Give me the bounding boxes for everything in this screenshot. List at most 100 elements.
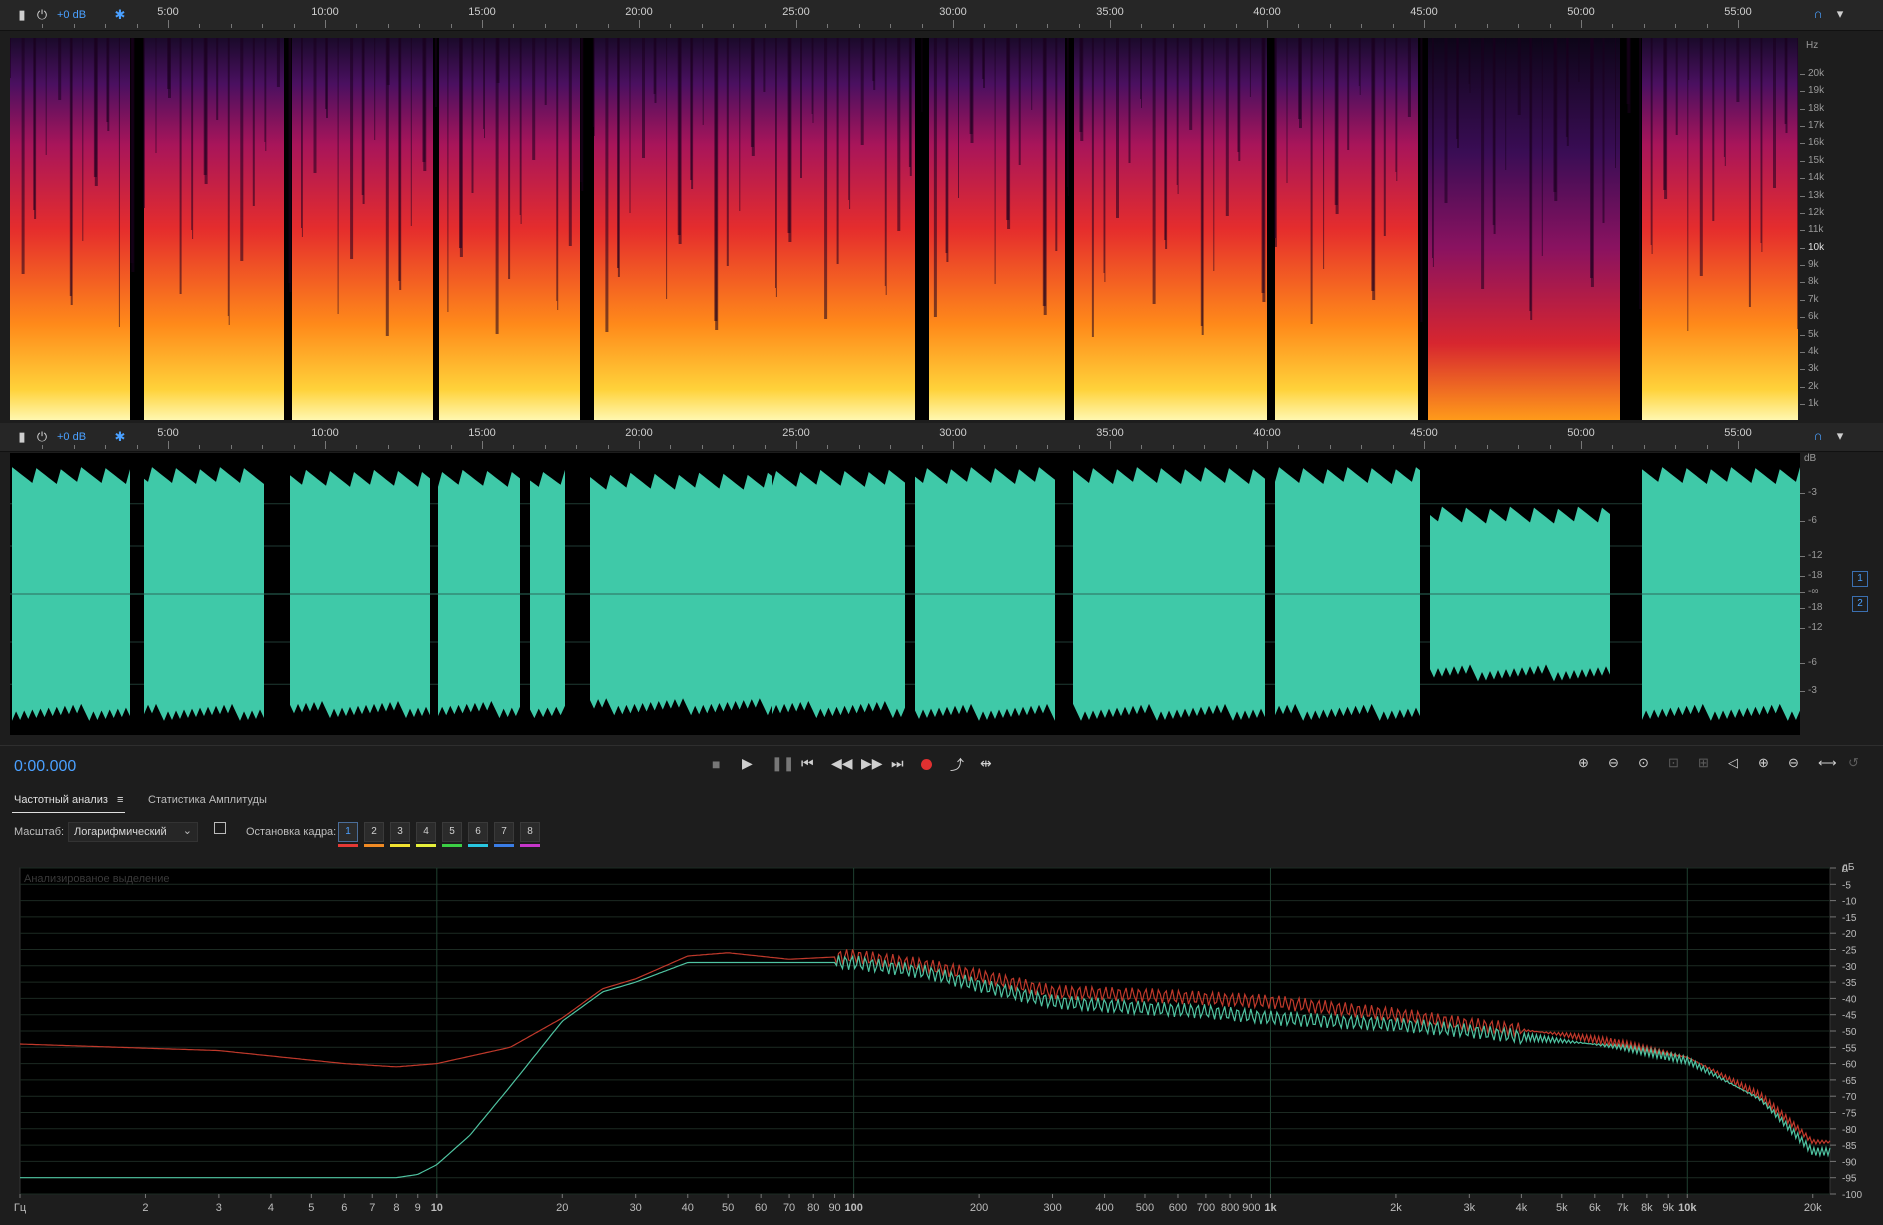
zoom-out-amplitude-icon[interactable]: ⊖ bbox=[1608, 755, 1619, 771]
frame-button-5[interactable]: 5 bbox=[442, 822, 462, 842]
time-minor-tick bbox=[387, 24, 389, 28]
waveform-toolbar: ▮ ⏻ +0 dB ✱ 5:00 10:00 15:00 20:00 25:00 30:0… bbox=[0, 423, 1883, 452]
frame-button-1[interactable]: 1 bbox=[338, 822, 358, 842]
frame-button-7[interactable]: 7 bbox=[494, 822, 514, 842]
time-minor-tick bbox=[1518, 24, 1520, 28]
spectrogram-streak bbox=[1066, 38, 1068, 187]
freq-label: 7k bbox=[1808, 293, 1819, 305]
rewind-button[interactable]: ◀◀ bbox=[831, 755, 853, 772]
tab-amplitude-statistics[interactable]: Статистика Амплитуды bbox=[148, 794, 267, 806]
time-tick-mark bbox=[639, 441, 640, 449]
waveform[interactable] bbox=[10, 453, 1800, 735]
freq-tick bbox=[1800, 143, 1805, 145]
zoom-in-time-icon[interactable]: ⊕ bbox=[1758, 755, 1769, 771]
go-to-start-button[interactable]: ⏮ bbox=[801, 755, 814, 772]
time-minor-tick bbox=[544, 445, 546, 449]
spectrogram-streak bbox=[1432, 38, 1434, 267]
frame-copy-icon[interactable] bbox=[214, 822, 226, 834]
freq-tick bbox=[1800, 386, 1805, 388]
frame-button-6[interactable]: 6 bbox=[468, 822, 488, 842]
menu-icon[interactable]: ≡ bbox=[117, 794, 123, 806]
y-tick-label: -45 bbox=[1842, 1011, 1857, 1022]
channel-1-button[interactable]: 1 bbox=[1852, 571, 1868, 587]
frame-button-3[interactable]: 3 bbox=[390, 822, 410, 842]
spectrogram-streak bbox=[1371, 38, 1375, 291]
spectrogram-streak bbox=[1396, 38, 1398, 181]
spectrogram-streak bbox=[1334, 38, 1338, 205]
zoom-full-icon[interactable]: ⊞ bbox=[1698, 755, 1709, 771]
headphones-icon[interactable]: ∩ bbox=[1810, 428, 1826, 444]
channel-2-button[interactable]: 2 bbox=[1852, 596, 1868, 612]
headphones-icon[interactable]: ∩ bbox=[1810, 6, 1826, 22]
spectrogram-streak bbox=[848, 38, 850, 200]
scale-select[interactable]: Логарифмический ⌄ bbox=[68, 822, 198, 842]
spectrogram-streak bbox=[10, 38, 11, 78]
spectrogram-gap bbox=[1418, 38, 1428, 420]
stop-button[interactable]: ■ bbox=[712, 756, 720, 772]
time-minor-tick bbox=[262, 445, 264, 449]
freq-tick bbox=[1800, 230, 1805, 232]
time-tick-mark bbox=[1581, 20, 1582, 28]
spectrogram-streak bbox=[1200, 38, 1203, 326]
time-minor-tick bbox=[1141, 445, 1143, 449]
spectrogram-streak bbox=[787, 38, 791, 233]
record-button[interactable] bbox=[921, 759, 932, 770]
skip-selection-icon[interactable]: ⇹ bbox=[980, 755, 992, 772]
freq-unit: Hz bbox=[1806, 40, 1819, 51]
fast-forward-button[interactable]: ▶▶ bbox=[861, 755, 883, 772]
frame-button-4[interactable]: 4 bbox=[416, 822, 436, 842]
zoom-reset-icon[interactable]: ⊙ bbox=[1638, 755, 1649, 771]
spectrogram-streak bbox=[1383, 38, 1386, 236]
spectrogram-streak bbox=[1651, 38, 1653, 254]
go-to-end-button[interactable]: ⏭ bbox=[891, 755, 904, 772]
db-label: -6 bbox=[1808, 515, 1817, 526]
spectrogram-streak bbox=[1249, 38, 1251, 97]
spectrogram-streak bbox=[750, 38, 754, 147]
play-button[interactable]: ▶ bbox=[742, 755, 753, 772]
loop-icon[interactable]: ⤴ bbox=[950, 755, 964, 775]
x-tick-label: 9k bbox=[1662, 1202, 1674, 1214]
zoom-selection-icon[interactable]: ⊡ bbox=[1668, 755, 1679, 771]
spectrogram-streak bbox=[216, 38, 219, 120]
spectrogram-streak bbox=[447, 38, 449, 312]
frame-button-8[interactable]: 8 bbox=[520, 822, 540, 842]
zoom-in-amplitude-icon[interactable]: ⊕ bbox=[1578, 755, 1589, 771]
time-minor-tick bbox=[419, 445, 421, 449]
spectrogram-streak bbox=[288, 38, 291, 283]
db-tick bbox=[1800, 521, 1805, 522]
frame-button-2[interactable]: 2 bbox=[364, 822, 384, 842]
y-tick-label: -85 bbox=[1842, 1141, 1857, 1152]
y-tick-label: -75 bbox=[1842, 1109, 1857, 1120]
time-minor-tick bbox=[230, 445, 232, 449]
time-minor-tick bbox=[199, 445, 201, 449]
db-label: -18 bbox=[1808, 602, 1823, 613]
spectrogram-streak bbox=[1164, 38, 1167, 240]
time-tick-label: 20:00 bbox=[625, 427, 653, 439]
zoom-in-left-icon[interactable]: ◁ bbox=[1728, 755, 1738, 771]
time-tick-label: 50:00 bbox=[1567, 6, 1595, 18]
marker-icon[interactable]: ▾ bbox=[1832, 6, 1848, 22]
spectrogram-streak bbox=[203, 38, 207, 175]
marker-icon[interactable]: ▾ bbox=[1832, 428, 1848, 444]
db-tick bbox=[1800, 493, 1805, 494]
zoom-history-icon[interactable]: ↺ bbox=[1848, 755, 1859, 771]
spectrogram-streak bbox=[908, 38, 911, 167]
time-minor-tick bbox=[701, 24, 703, 28]
y-tick-label: -40 bbox=[1842, 994, 1857, 1005]
zoom-out-time-icon[interactable]: ⊖ bbox=[1788, 755, 1799, 771]
spectrogram-streak bbox=[1103, 38, 1105, 273]
spectrogram[interactable] bbox=[10, 38, 1799, 420]
freq-label: 5k bbox=[1808, 328, 1819, 340]
spectrogram-streak bbox=[484, 38, 485, 138]
spectrogram-streak bbox=[1578, 38, 1580, 82]
time-minor-tick bbox=[733, 24, 735, 28]
spectrogram-streak bbox=[849, 38, 851, 209]
time-minor-tick bbox=[1078, 24, 1080, 28]
db-label: -6 bbox=[1808, 657, 1817, 668]
time-minor-tick bbox=[1078, 445, 1080, 449]
tab-frequency-analysis[interactable]: Частотный анализ ≡ bbox=[14, 794, 123, 806]
pause-button[interactable]: ❚❚ bbox=[771, 755, 794, 772]
spectrogram-streak bbox=[1298, 38, 1302, 119]
time-minor-tick bbox=[1235, 24, 1237, 28]
zoom-fit-icon[interactable]: ⟷ bbox=[1818, 755, 1837, 771]
